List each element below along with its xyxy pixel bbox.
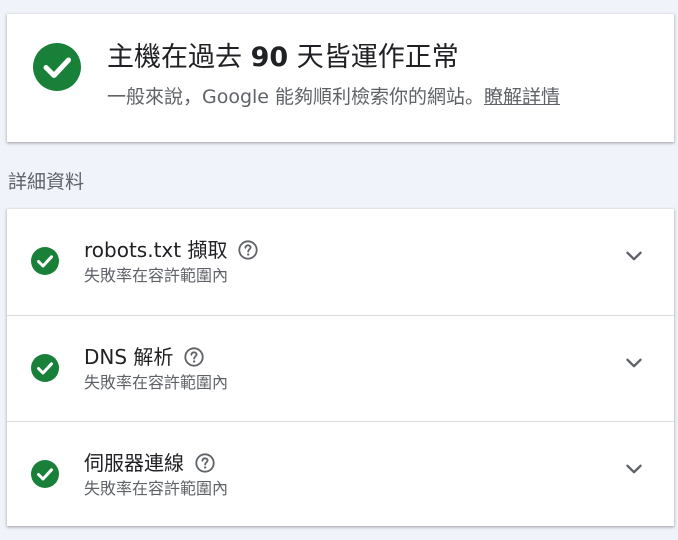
details-heading: 詳細資料 — [8, 171, 85, 193]
detail-row-dns-resolution[interactable]: DNS 解析 失敗率在容許範圍內 — [7, 315, 674, 421]
details-card: robots.txt 擷取 失敗率在容許範圍內 DNS 解析 失敗率在容許範圍內 — [7, 209, 674, 526]
summary-subtitle-text: 一般來說，Google 能夠順利檢索你的網站。 — [107, 86, 485, 108]
detail-title-wrap: 伺服器連線 — [84, 449, 216, 477]
detail-description: 失敗率在容許範圍內 — [84, 479, 229, 498]
help-circle-icon[interactable] — [237, 239, 259, 261]
detail-row-robots-txt-fetch[interactable]: robots.txt 擷取 失敗率在容許範圍內 — [7, 209, 674, 314]
learn-more-link[interactable]: 瞭解詳情 — [484, 86, 560, 108]
summary-title: 主機在過去 90 天皆運作正常 — [107, 40, 459, 76]
check-circle-icon — [31, 354, 59, 382]
detail-title: DNS 解析 — [84, 345, 174, 369]
summary-title-suffix: 天皆運作正常 — [288, 42, 459, 73]
detail-title: robots.txt 擷取 — [84, 238, 228, 262]
summary-title-days: 90 — [250, 42, 289, 73]
detail-title-wrap: robots.txt 擷取 — [84, 236, 259, 264]
check-circle-icon — [31, 460, 59, 488]
chevron-down-icon[interactable] — [622, 351, 646, 375]
check-circle-icon — [33, 43, 81, 91]
chevron-down-icon[interactable] — [622, 244, 646, 268]
detail-row-server-connectivity[interactable]: 伺服器連線 失敗率在容許範圍內 — [7, 421, 674, 527]
host-status-summary-card: 主機在過去 90 天皆運作正常 一般來說，Google 能夠順利檢索你的網站。瞭… — [7, 14, 674, 142]
summary-subtitle: 一般來說，Google 能夠順利檢索你的網站。瞭解詳情 — [107, 84, 560, 110]
help-circle-icon[interactable] — [194, 452, 216, 474]
detail-title: 伺服器連線 — [84, 451, 184, 475]
detail-description: 失敗率在容許範圍內 — [84, 373, 229, 392]
check-circle-icon — [31, 247, 59, 275]
summary-title-prefix: 主機在過去 — [107, 42, 251, 73]
detail-title-wrap: DNS 解析 — [84, 343, 205, 371]
detail-description: 失敗率在容許範圍內 — [84, 266, 229, 285]
help-circle-icon[interactable] — [183, 346, 205, 368]
chevron-down-icon[interactable] — [622, 457, 646, 481]
